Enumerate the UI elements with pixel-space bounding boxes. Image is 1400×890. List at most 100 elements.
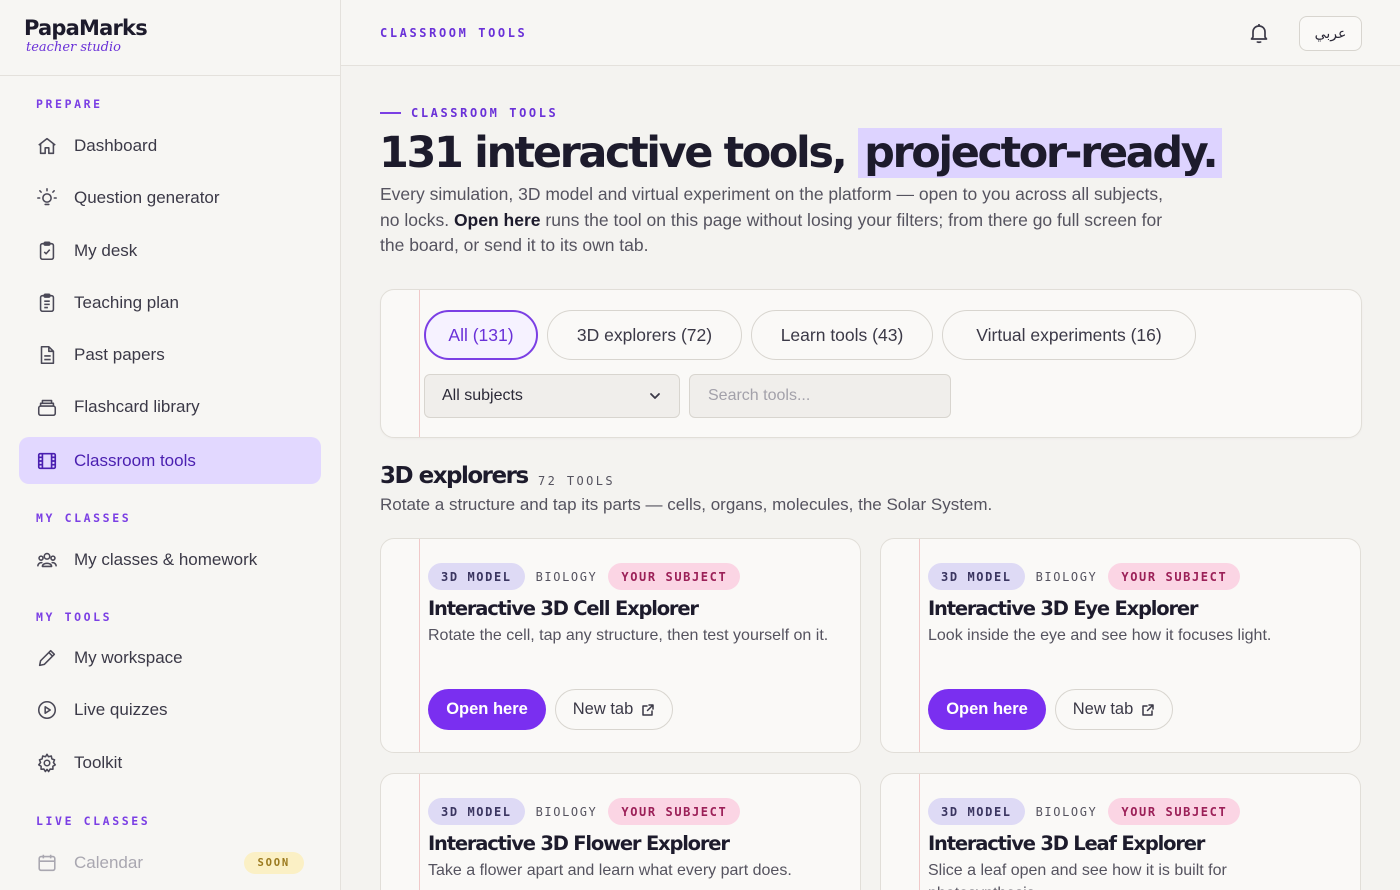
card-tags: 3D MODEL BIOLOGY YOUR SUBJECT [928, 563, 1241, 590]
intro-bold: Open here [453, 209, 541, 230]
play-circle-icon [36, 699, 58, 721]
external-link-icon [1141, 703, 1155, 717]
pencil-icon [36, 647, 58, 669]
sidebar-item-label: Dashboard [74, 135, 158, 155]
tag-subject: BIOLOGY [1035, 569, 1098, 584]
tag-subject: BIOLOGY [535, 804, 598, 819]
tab-virtual-experiments[interactable]: Virtual experiments (16) [942, 310, 1196, 360]
card-title: Interactive 3D Flower Explorer [428, 832, 730, 855]
card-description: Look inside the eye and see how it focus… [928, 627, 1272, 644]
sidebar-item-my-classes-homework[interactable]: My classes & homework [19, 536, 321, 583]
nav-section-my-tools: MY TOOLS [36, 610, 113, 624]
sidebar-item-flashcard-library[interactable]: Flashcard library [19, 383, 321, 430]
soon-badge: SOON [243, 852, 304, 874]
sidebar-item-question-generator[interactable]: Question generator [19, 174, 321, 221]
tag-subject: BIOLOGY [535, 569, 598, 584]
sidebar-item-classroom-tools[interactable]: Classroom tools [19, 437, 321, 484]
tab-all[interactable]: All (131) [424, 310, 538, 360]
language-toggle-button[interactable]: عربي [1299, 16, 1362, 51]
new-tab-label: New tab [572, 700, 634, 718]
sidebar-item-calendar: Calendar SOON [19, 839, 321, 886]
sidebar-item-label: My classes & homework [74, 549, 258, 569]
sidebar-item-teaching-plan[interactable]: Teaching plan [19, 279, 321, 326]
section-count: 72 TOOLS [538, 474, 615, 488]
topbar: CLASSROOM TOOLS عربي [341, 0, 1400, 66]
sidebar-item-label: Past papers [74, 344, 165, 364]
search-input[interactable] [689, 374, 951, 418]
sidebar-item-label: My desk [74, 240, 138, 260]
sidebar-item-label: Calendar [74, 852, 143, 872]
brand-subtitle: teacher studio [26, 40, 121, 55]
sidebar-item-label: Question generator [74, 187, 220, 207]
tool-card: 3D MODEL BIOLOGY YOUR SUBJECT Interactiv… [380, 538, 861, 753]
sidebar-item-live-quizzes[interactable]: Live quizzes [19, 686, 321, 733]
card-title: Interactive 3D Cell Explorer [428, 597, 699, 620]
external-link-icon [641, 703, 655, 717]
hero-intro: Every simulation, 3D model and virtual e… [380, 182, 1180, 259]
new-tab-button[interactable]: New tab [1055, 689, 1173, 730]
margin-line [919, 774, 920, 890]
hero-eyebrow: CLASSROOM TOOLS [380, 106, 558, 120]
tag-type: 3D MODEL [928, 563, 1025, 590]
tag-your-subject: YOUR SUBJECT [608, 563, 741, 590]
clipboard-list-icon [36, 292, 58, 314]
card-description: Slice a leaf open and see how it is buil… [928, 862, 1227, 890]
nav-section-my-classes: MY CLASSES [36, 511, 132, 525]
page-title: 131 interactive tools, projector-ready. [379, 126, 1223, 180]
users-icon [36, 549, 58, 571]
sidebar-item-dashboard[interactable]: Dashboard [19, 122, 321, 169]
tag-subject: BIOLOGY [1035, 804, 1098, 819]
new-tab-button[interactable]: New tab [555, 689, 673, 730]
card-title: Interactive 3D Eye Explorer [928, 597, 1199, 620]
brand[interactable]: PapaMarks teacher studio [0, 0, 340, 76]
margin-line [419, 774, 420, 890]
open-here-button[interactable]: Open here [428, 689, 546, 730]
gear-icon [36, 752, 58, 774]
card-tags: 3D MODEL BIOLOGY YOUR SUBJECT [428, 798, 741, 825]
eyebrow-text: CLASSROOM TOOLS [411, 106, 559, 120]
subject-select[interactable]: All subjects [424, 374, 680, 418]
page-title-highlight: projector-ready. [858, 128, 1223, 178]
film-icon [36, 450, 58, 472]
sidebar-item-label: Toolkit [74, 752, 123, 772]
tag-your-subject: YOUR SUBJECT [1108, 563, 1241, 590]
clipboard-check-icon [36, 240, 58, 262]
new-tab-label: New tab [1072, 700, 1134, 718]
card-description: Take a flower apart and learn what every… [428, 862, 792, 879]
card-tags: 3D MODEL BIOLOGY YOUR SUBJECT [928, 798, 1241, 825]
tag-type: 3D MODEL [928, 798, 1025, 825]
sidebar-item-my-workspace[interactable]: My workspace [19, 634, 321, 681]
margin-line [919, 539, 920, 752]
card-tags: 3D MODEL BIOLOGY YOUR SUBJECT [428, 563, 741, 590]
sidebar-item-my-desk[interactable]: My desk [19, 227, 321, 274]
lightbulb-icon [36, 187, 58, 209]
eyebrow-line [380, 112, 401, 114]
bell-icon[interactable] [1247, 21, 1271, 45]
tag-your-subject: YOUR SUBJECT [1108, 798, 1241, 825]
tab-3d-explorers[interactable]: 3D explorers (72) [547, 310, 742, 360]
subject-select-value: All subjects [442, 387, 523, 404]
topbar-title: CLASSROOM TOOLS [380, 26, 528, 40]
document-icon [36, 344, 58, 366]
tab-learn-tools[interactable]: Learn tools (43) [751, 310, 933, 360]
sidebar-item-label: Classroom tools [74, 450, 196, 470]
tag-your-subject: YOUR SUBJECT [608, 798, 741, 825]
nav-section-live-classes: LIVE CLASSES [36, 814, 151, 828]
sidebar-item-label: Live quizzes [74, 699, 168, 719]
card-description: Rotate the cell, tap any structure, then… [428, 627, 829, 644]
sidebar-item-label: Teaching plan [74, 292, 179, 312]
sidebar-item-past-papers[interactable]: Past papers [19, 331, 321, 378]
section-title: 3D explorers [380, 463, 529, 489]
open-here-button[interactable]: Open here [928, 689, 1046, 730]
section-description: Rotate a structure and tap its parts — c… [380, 495, 993, 514]
nav-section-prepare: PREPARE [36, 97, 103, 111]
sidebar: PapaMarks teacher studio PREPARE Dashboa… [0, 0, 341, 890]
sidebar-item-toolkit[interactable]: Toolkit [19, 739, 321, 786]
margin-line [419, 290, 420, 437]
sidebar-item-label: My workspace [74, 647, 183, 667]
chevron-down-icon [648, 389, 662, 403]
filter-panel: All (131) 3D explorers (72) Learn tools … [380, 289, 1362, 438]
page-title-main: 131 interactive tools, [379, 128, 848, 178]
tool-card: 3D MODEL BIOLOGY YOUR SUBJECT Interactiv… [880, 538, 1361, 753]
brand-name: PapaMarks [24, 16, 148, 40]
